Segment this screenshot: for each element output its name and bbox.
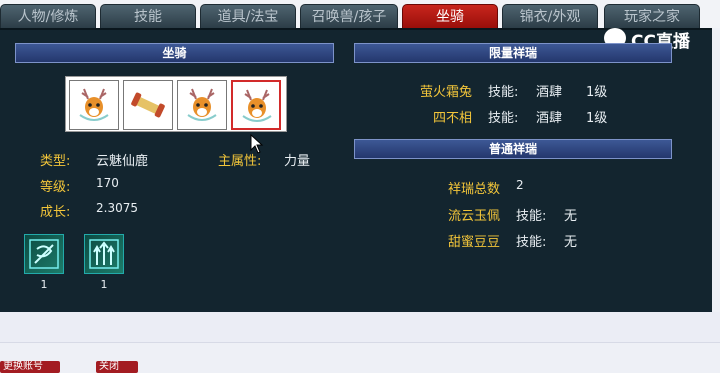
mount-title-bar: 坐骑 [15,43,334,63]
normal-total-value: 2 [516,178,524,192]
mount-slot-3[interactable] [177,80,227,130]
normal-item-skill-value: 无 [564,209,578,224]
main-attr-value: 力量 [284,154,311,169]
mount-list [65,76,287,132]
tab-summons[interactable]: 召唤兽/孩子 [300,4,398,28]
bottom-strip [0,312,720,343]
tab-mount[interactable]: 坐骑 [402,4,498,28]
skill-2-count: 1 [100,278,108,291]
switch-account-button[interactable]: 更换账号 [0,361,60,373]
level-value: 170 [96,176,119,190]
normal-item-name: 甜蜜豆豆 [448,235,501,250]
normal-total-label: 祥瑞总数 [448,182,501,197]
skill-1-count: 1 [40,278,48,291]
normal-item-skill-label: 技能: [516,209,547,224]
normal-item-skill-label: 技能: [516,235,547,250]
mount-slot-4-selected[interactable] [231,80,281,130]
normal-item-skill-value: 无 [564,235,578,250]
deer-mount-icon [187,88,217,121]
growth-value: 2.3075 [96,201,138,215]
tab-items[interactable]: 道具/法宝 [200,4,296,28]
scroll-item-icon [131,92,165,118]
limited-item-skill-value: 酒肆 [536,111,563,126]
limited-item-level: 1级 [586,85,608,100]
skill-scroll-icon [29,239,59,269]
limited-item-level: 1级 [586,111,608,126]
type-label: 类型: [40,154,71,169]
level-label: 等级: [40,180,71,195]
mount-skill-1[interactable] [24,234,64,274]
normal-title-bar: 普通祥瑞 [354,139,672,159]
limited-item-skill-label: 技能: [488,85,519,100]
close-button[interactable]: 关闭 [96,361,138,373]
tab-outfit[interactable]: 锦衣/外观 [502,4,598,28]
limited-item-name: 四不相 [433,111,473,126]
limited-item-skill-label: 技能: [488,111,519,126]
skill-arrows-icon [89,239,119,269]
mount-skill-2[interactable] [84,234,124,274]
mount-slot-2[interactable] [123,80,173,130]
tab-home[interactable]: 玩家之家 [604,4,700,28]
growth-label: 成长: [40,205,71,220]
mount-slot-1[interactable] [69,80,119,130]
tab-bar: 人物/修炼 技能 道具/法宝 召唤兽/孩子 坐骑 锦衣/外观 玩家之家 [0,0,720,28]
limited-title-bar: 限量祥瑞 [354,43,672,63]
main-attr-label: 主属性: [218,154,262,169]
normal-item-name: 流云玉佩 [448,209,501,224]
tab-skills[interactable]: 技能 [100,4,196,28]
deer-mount-icon [242,89,272,122]
deer-mount-icon [79,88,109,121]
tab-character[interactable]: 人物/修炼 [0,4,96,28]
limited-item-skill-value: 酒肆 [536,85,563,100]
limited-item-name: 萤火霜兔 [420,85,473,100]
type-value: 云魅仙鹿 [96,154,149,169]
